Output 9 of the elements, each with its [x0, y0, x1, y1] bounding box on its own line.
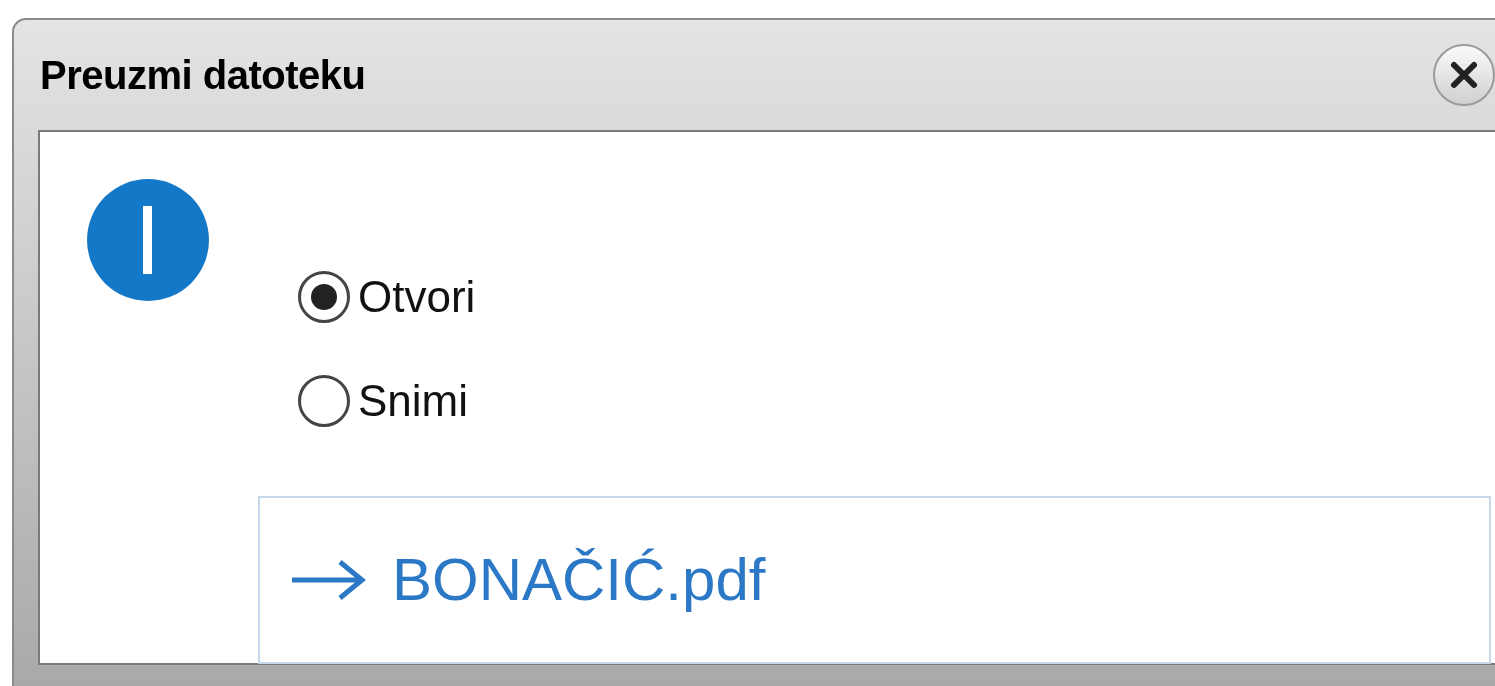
arrow-icon [290, 558, 366, 602]
radio-button[interactable] [298, 271, 350, 323]
close-icon [1449, 60, 1479, 90]
option-label: Snimi [358, 375, 469, 427]
info-icon [86, 178, 210, 302]
file-link[interactable]: BONAČIĆ.pdf [258, 496, 1491, 664]
window-title: Preuzmi datoteku [40, 52, 366, 99]
option-label: Otvori [358, 271, 476, 323]
radio-button[interactable] [298, 375, 350, 427]
